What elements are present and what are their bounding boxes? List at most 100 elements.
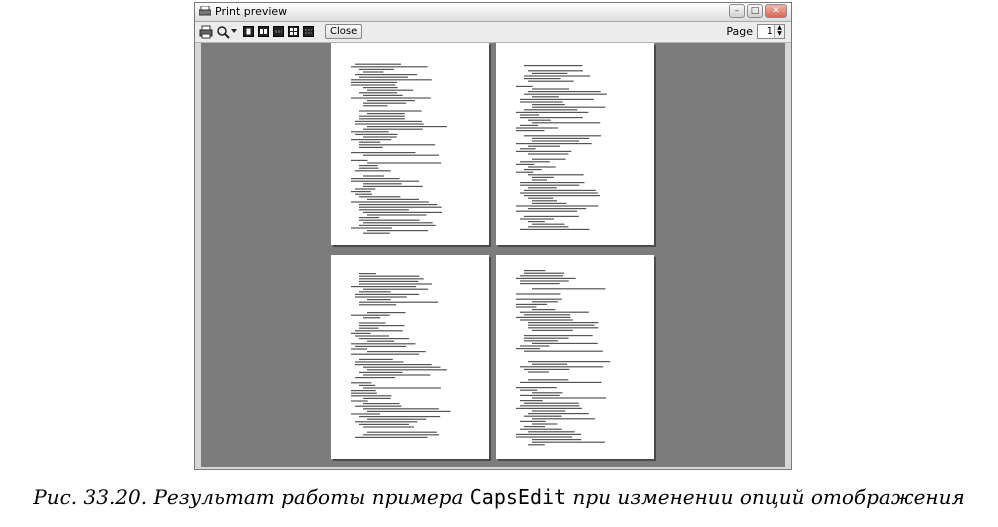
code-line	[528, 197, 554, 199]
code-line	[355, 74, 418, 76]
code-line	[363, 366, 441, 368]
code-line	[359, 76, 409, 78]
code-line	[351, 392, 377, 394]
code-line	[359, 291, 391, 293]
code-line	[359, 275, 420, 277]
code-line	[355, 293, 420, 295]
code-line	[355, 361, 404, 363]
caption-suffix: при изменении опций отображения	[566, 485, 965, 509]
code-line	[524, 314, 571, 316]
code-line	[359, 371, 403, 373]
code-line	[359, 322, 386, 324]
code-line	[359, 141, 381, 143]
code-line	[520, 124, 539, 126]
code-line	[528, 70, 583, 72]
close-window-button[interactable]: ✕	[765, 4, 787, 18]
page-number-spinner[interactable]: 1 ▲ ▼	[757, 24, 785, 39]
code-line	[355, 330, 403, 332]
preview-page-3[interactable]	[331, 255, 489, 459]
code-line	[351, 191, 371, 193]
code-line	[367, 198, 419, 200]
code-line	[528, 413, 589, 415]
code-line	[351, 314, 390, 316]
code-line	[520, 98, 594, 100]
code-line	[359, 423, 409, 425]
code-line	[520, 275, 564, 277]
preview-page-4[interactable]	[496, 255, 654, 459]
three-page-icon[interactable]	[273, 26, 284, 40]
code-line	[528, 322, 599, 324]
dropdown-arrow-icon[interactable]	[231, 29, 237, 43]
code-line	[359, 110, 422, 112]
maximize-button[interactable]: □	[747, 4, 763, 18]
code-line	[524, 65, 583, 67]
code-line	[524, 272, 565, 274]
print-preview-window: Print preview – □ ✕ Close Page 1 ▲ ▼	[194, 2, 792, 470]
code-line	[359, 224, 436, 226]
one-page-icon[interactable]	[243, 26, 254, 40]
code-line	[359, 304, 397, 306]
code-line	[367, 100, 415, 102]
code-line	[520, 311, 589, 313]
code-line	[524, 350, 603, 352]
code-line	[363, 136, 397, 138]
code-line	[351, 353, 420, 355]
code-line	[516, 127, 558, 129]
code-line	[355, 170, 391, 172]
minimize-button[interactable]: –	[729, 4, 745, 18]
close-button[interactable]: Close	[325, 24, 363, 39]
code-line	[520, 381, 602, 383]
code-line	[520, 394, 560, 396]
code-line	[355, 421, 418, 423]
code-line	[355, 123, 424, 125]
code-line	[359, 280, 419, 282]
spinner-arrows-icon[interactable]: ▲ ▼	[774, 25, 784, 38]
code-line	[351, 343, 416, 345]
code-line	[516, 143, 592, 145]
code-line	[528, 379, 569, 381]
print-preview-app-icon	[199, 6, 211, 16]
code-line	[355, 364, 432, 366]
four-page-icon[interactable]	[288, 26, 299, 40]
code-line	[359, 68, 394, 70]
code-line	[524, 426, 546, 428]
two-page-icon[interactable]	[258, 26, 269, 40]
code-line	[528, 208, 587, 210]
code-line	[367, 113, 405, 115]
code-line	[359, 118, 405, 120]
code-line	[351, 159, 368, 161]
code-line	[359, 196, 401, 198]
code-line	[359, 273, 376, 275]
preview-page-2[interactable]	[496, 43, 654, 245]
code-line	[520, 389, 538, 391]
code-line	[516, 293, 561, 295]
code-line	[524, 337, 569, 339]
code-line	[532, 439, 582, 441]
code-line	[359, 209, 409, 211]
code-line	[516, 205, 599, 207]
code-line	[516, 407, 582, 409]
code-line	[355, 377, 396, 379]
code-line	[524, 78, 561, 80]
code-line	[367, 299, 391, 301]
code-line	[524, 215, 579, 217]
code-line	[520, 114, 540, 116]
preview-page-1[interactable]	[331, 43, 489, 245]
six-page-icon[interactable]	[303, 26, 314, 40]
code-line	[524, 189, 596, 191]
code-line	[516, 316, 571, 318]
code-line	[363, 102, 407, 104]
code-line	[351, 286, 417, 288]
code-line	[516, 210, 578, 212]
code-line	[359, 204, 438, 206]
printer-icon[interactable]	[199, 25, 213, 39]
code-line	[516, 277, 576, 279]
code-line	[520, 218, 554, 220]
code-line	[520, 161, 550, 163]
code-line	[359, 358, 393, 360]
zoom-icon[interactable]	[216, 25, 230, 39]
preview-area[interactable]	[201, 43, 785, 467]
code-line	[528, 324, 595, 326]
code-line	[355, 188, 376, 190]
code-line	[363, 154, 439, 156]
